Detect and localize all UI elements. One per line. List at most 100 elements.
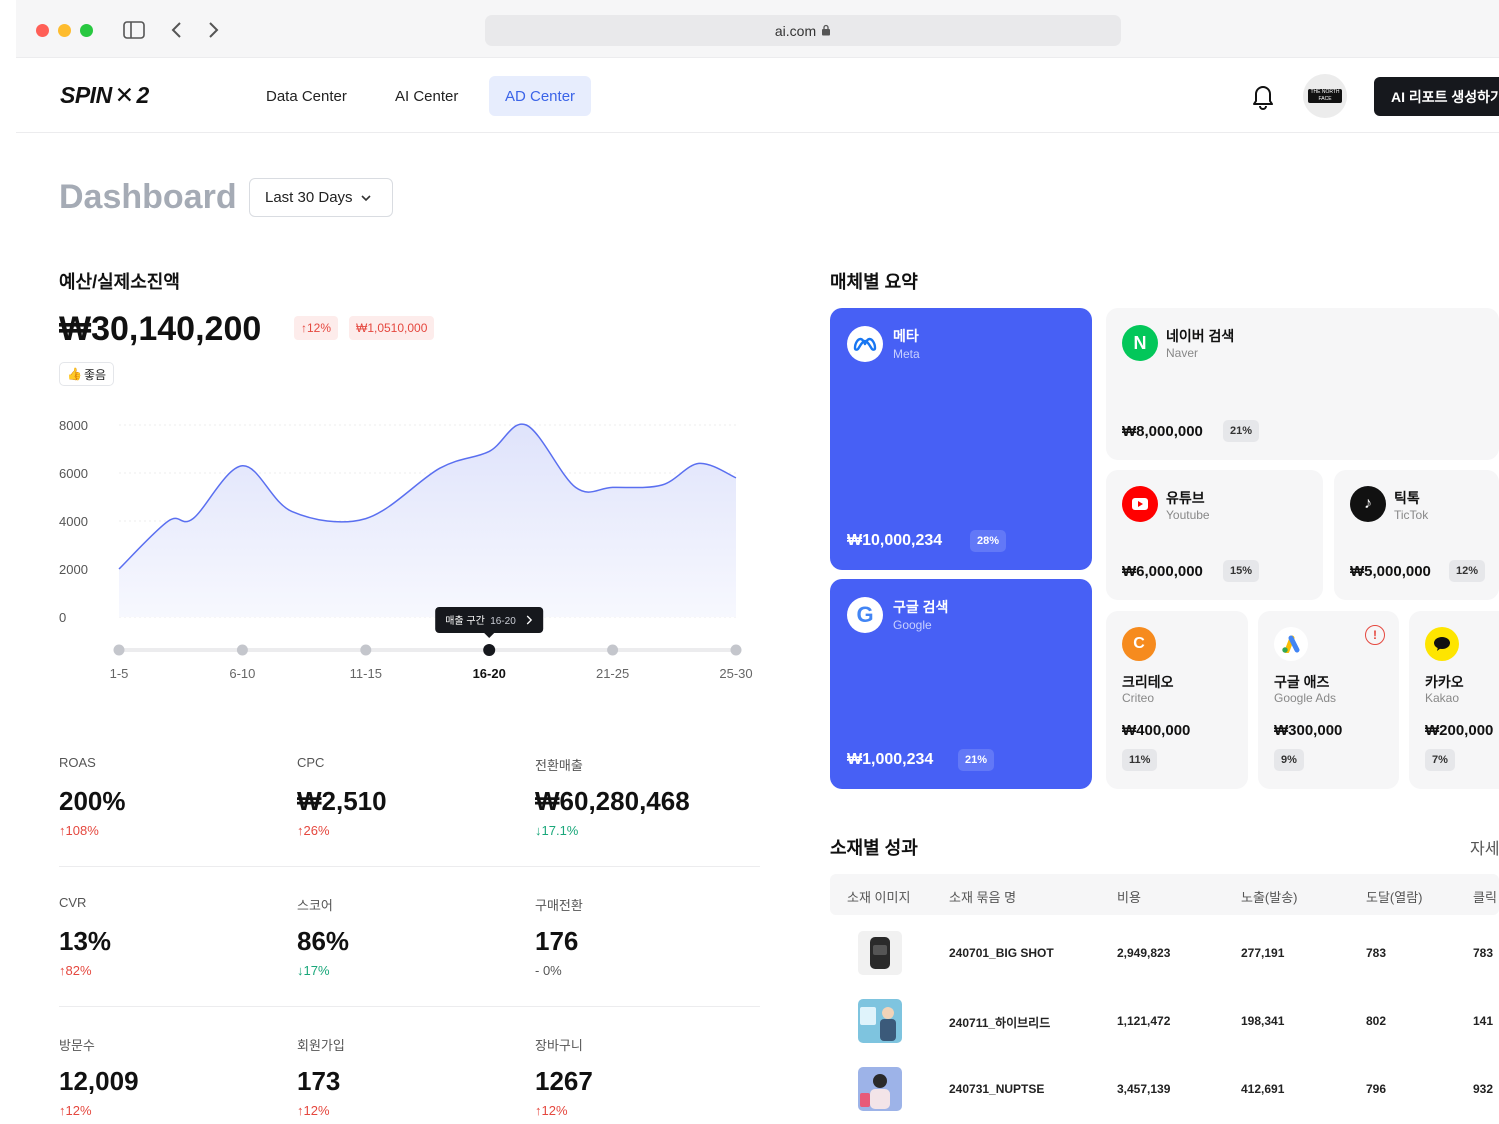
card-amount: ₩400,000 [1122, 722, 1191, 739]
card-percent: 21% [958, 749, 995, 771]
nav-ai-center[interactable]: AI Center [379, 76, 474, 116]
bell-icon[interactable] [1250, 82, 1276, 110]
y-tick-label: 6000 [59, 466, 88, 481]
card-subtitle: Meta [893, 347, 920, 361]
card-amount: ₩10,000,234 [847, 532, 943, 549]
creative-reach: 802 [1366, 1014, 1387, 1028]
column-header[interactable]: 소재 이미지 [847, 887, 910, 906]
card-subtitle: Criteo [1122, 691, 1155, 705]
creative-clicks: 932 [1473, 1082, 1494, 1096]
card-subtitle: Google Ads [1274, 691, 1337, 705]
card-percent: 7% [1425, 749, 1455, 771]
metric-change: ↑12% [297, 1103, 330, 1118]
media-card-google[interactable]: G 구글 검색 Google ₩1,000,234 21% [830, 579, 1092, 789]
ai-report-button[interactable]: AI 리포트 생성하기 [1374, 77, 1499, 116]
rating-label: 좋음 [83, 367, 107, 382]
card-name: 네이버 검색 [1166, 328, 1235, 344]
logo[interactable]: SPIN ✕ 2 [60, 82, 149, 109]
media-card-kakao[interactable]: 카카오 Kakao ₩200,000 7% [1409, 611, 1499, 789]
creative-name: 240701_BIG SHOT [949, 946, 1054, 960]
metric-change: ↑12% [535, 1103, 568, 1118]
range-slider-handle [236, 644, 248, 656]
metric-label: 장바구니 [535, 1038, 583, 1053]
column-header[interactable]: 노출(발송) [1241, 887, 1298, 906]
metric-value: ₩2,510 [297, 786, 387, 816]
metric-value: 86% [297, 926, 350, 956]
detail-link[interactable]: 자세히 [1470, 835, 1499, 859]
maximize-window-button[interactable] [80, 24, 93, 37]
meta-icon [847, 326, 883, 362]
creative-cost: 1,121,472 [1117, 1014, 1171, 1028]
budget-area-chart: 0 2000 4000 6000 8000 1-5 6-10 11-15 16-20 21-25 2… [59, 418, 753, 681]
card-name: 유튜브 [1166, 490, 1205, 506]
forward-icon[interactable] [204, 18, 224, 42]
media-card-google-ads[interactable]: ! 구글 애즈 Google Ads ₩300,000 9% [1258, 611, 1399, 789]
budget-total: ₩30,140,200 [59, 310, 262, 348]
column-header[interactable]: 도달(열람) [1366, 887, 1423, 906]
column-header[interactable]: 소재 묶음 명 [949, 887, 1016, 906]
card-subtitle: Google [893, 618, 932, 632]
metric-value: 200% [59, 786, 126, 816]
media-card-youtube[interactable]: 유튜브 Youtube ₩6,000,000 15% [1106, 470, 1323, 600]
creative-thumbnail[interactable] [858, 931, 902, 975]
card-amount: ₩8,000,000 [1122, 423, 1203, 440]
media-card-meta[interactable]: 메타 Meta ₩10,000,234 28% [830, 308, 1092, 570]
card-percent: 28% [970, 530, 1007, 552]
alert-icon[interactable]: ! [1365, 625, 1385, 645]
back-icon[interactable] [166, 18, 186, 42]
tooltip-label: 매출 구간 [445, 615, 485, 627]
close-window-button[interactable] [36, 24, 49, 37]
creative-name: 240711_하이브리드 [949, 1016, 1051, 1030]
chevron-down-icon [360, 189, 371, 206]
metric-value: 173 [297, 1066, 341, 1096]
creative-thumbnail[interactable] [858, 1067, 902, 1111]
range-slider-handle [360, 644, 372, 656]
media-card-naver[interactable]: N 네이버 검색 Naver ₩8,000,000 21% [1106, 308, 1499, 460]
card-percent: 11% [1122, 749, 1158, 771]
metric-value: ₩60,280,468 [535, 786, 690, 816]
metric-change: - 0% [535, 963, 562, 978]
metric-change: ↑82% [59, 963, 92, 978]
media-card-tiktok[interactable]: ♪ 틱톡 TicTok ₩5,000,000 12% [1334, 470, 1499, 600]
range-slider-handle-selected [483, 644, 496, 656]
y-tick-label: 8000 [59, 418, 88, 433]
metric-value: 176 [535, 926, 579, 956]
avatar[interactable]: THE NORTH FACE [1303, 74, 1347, 118]
area-fill [119, 424, 736, 617]
nav-label: AI Center [395, 87, 459, 105]
column-header[interactable]: 클릭 [1473, 887, 1497, 906]
address-bar[interactable]: ai.com [485, 15, 1121, 46]
lock-icon [821, 23, 831, 39]
sidebar-toggle-icon[interactable] [122, 18, 146, 42]
media-section-title: 매체별 요약 [830, 272, 918, 292]
card-name: 구글 검색 [893, 599, 949, 615]
date-range-select[interactable]: Last 30 Days [249, 178, 393, 217]
x-tick-label: 16-20 [473, 666, 506, 681]
metric-value: 1267 [535, 1066, 593, 1096]
card-amount: ₩6,000,000 [1122, 563, 1203, 580]
media-card-criteo[interactable]: C 크리테오 Criteo ₩400,000 11% [1106, 611, 1248, 789]
minimize-window-button[interactable] [58, 24, 71, 37]
url-text: ai.com [774, 22, 817, 39]
card-percent: 15% [1223, 560, 1260, 582]
google-icon: G [847, 597, 883, 633]
range-slider-handle [730, 644, 742, 656]
kakao-icon [1425, 627, 1459, 661]
nav-ad-center[interactable]: AD Center [489, 76, 592, 116]
x-tick-label: 6-10 [229, 666, 255, 681]
page-title: Dashboard [59, 178, 237, 216]
x-tick-label: 11-15 [350, 666, 382, 681]
column-header[interactable]: 비용 [1117, 887, 1141, 906]
budget-amount-badge: ₩1,0510,000 [349, 316, 435, 340]
card-name: 카카오 [1425, 674, 1464, 690]
tiktok-icon: ♪ [1350, 486, 1386, 522]
nav-data-center[interactable]: Data Center [250, 76, 363, 116]
creative-cost: 2,949,823 [1117, 946, 1171, 960]
metric-label: 전환매출 [535, 758, 583, 773]
browser-chrome: ai.com [16, 0, 1499, 58]
creative-thumbnail[interactable] [858, 999, 902, 1043]
naver-icon: N [1122, 325, 1158, 361]
x-tick-label: 25-30 [719, 666, 752, 681]
card-subtitle: TicTok [1394, 508, 1429, 522]
creative-impressions: 412,691 [1241, 1082, 1285, 1096]
